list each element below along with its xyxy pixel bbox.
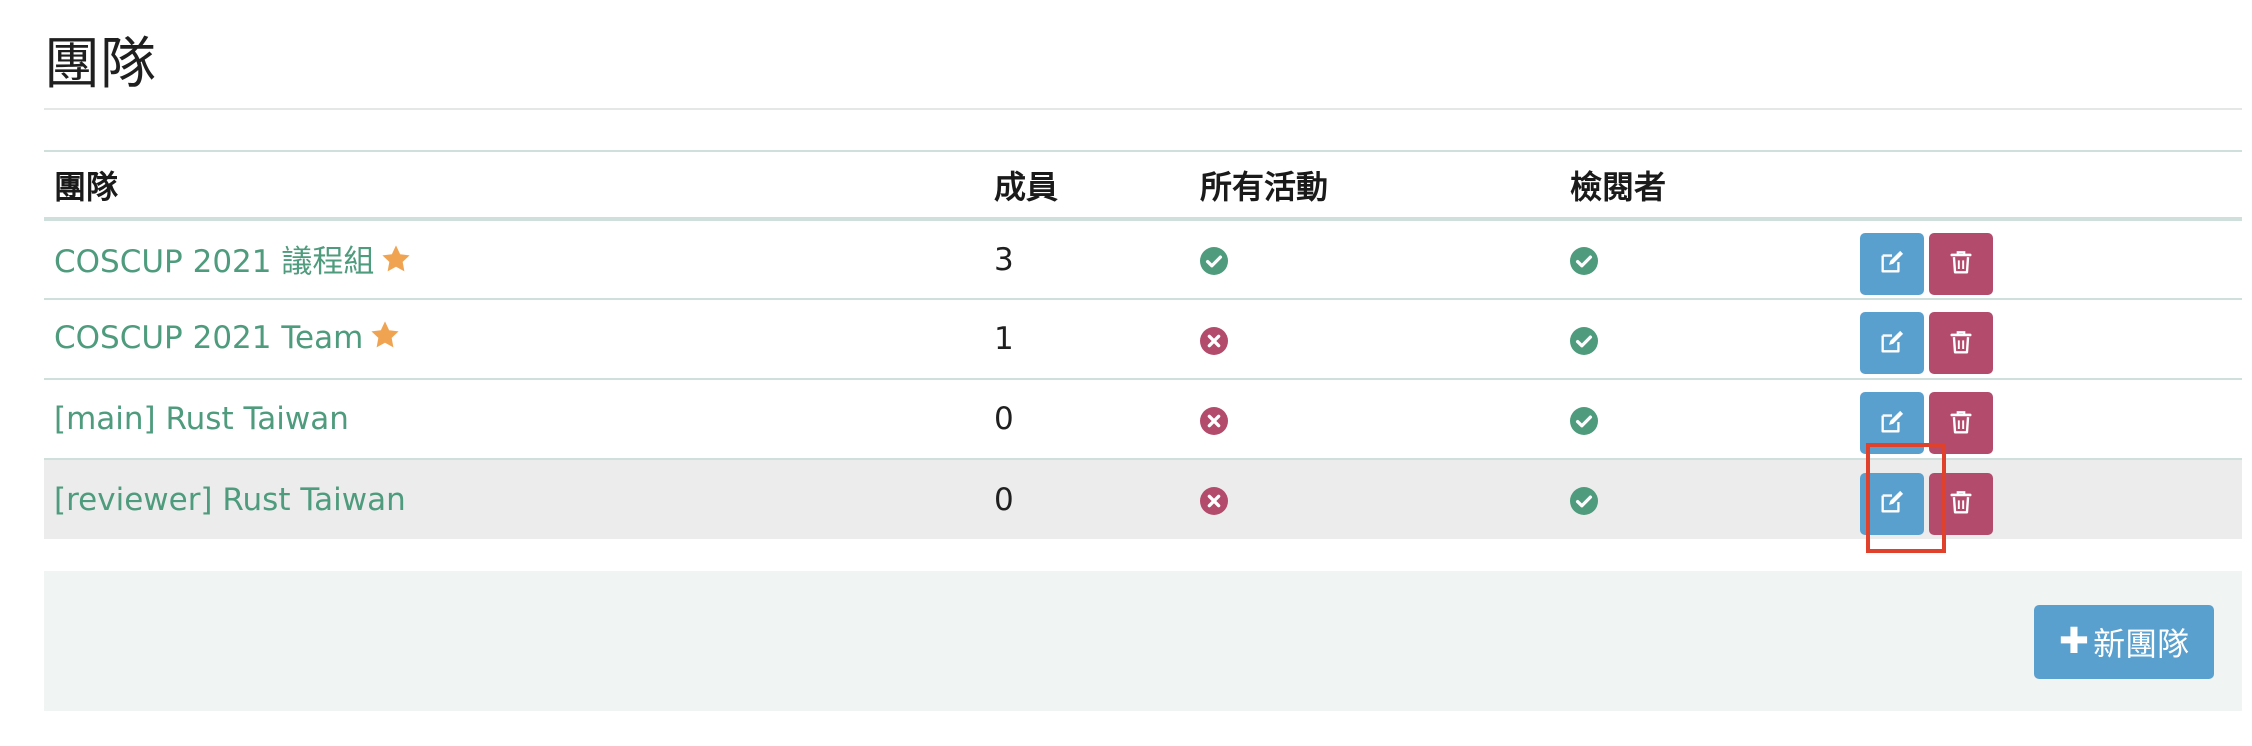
member-count-cell: 0	[984, 459, 1190, 539]
actions-cell	[1850, 459, 2242, 539]
reviewer-cell	[1560, 459, 1850, 539]
member-count: 0	[994, 481, 1014, 518]
column-header-reviewer: 檢閱者	[1570, 167, 1667, 206]
x-circle-icon	[1200, 326, 1228, 355]
actions-cell	[1850, 299, 2242, 379]
table-header-row: 團隊 成員 所有活動 檢閱者	[44, 151, 2242, 219]
team-name-cell: [reviewer] Rust Taiwan	[44, 459, 984, 539]
reviewer-cell	[1560, 299, 1850, 379]
team-name-cell: COSCUP 2021 Team	[44, 299, 984, 379]
star-icon	[369, 319, 401, 359]
member-count-cell: 0	[984, 379, 1190, 459]
team-link[interactable]: COSCUP 2021 Team	[54, 320, 363, 356]
check-circle-icon	[1570, 406, 1598, 435]
column-header-team: 團隊	[54, 167, 119, 206]
team-name-cell: COSCUP 2021 議程組	[44, 219, 984, 299]
team-link[interactable]: [main] Rust Taiwan	[54, 401, 349, 437]
edit-icon	[1878, 248, 1906, 279]
check-circle-icon	[1570, 487, 1598, 515]
title-divider	[44, 108, 2242, 110]
check-circle-icon	[1570, 326, 1598, 355]
team-name-cell: [main] Rust Taiwan	[44, 379, 984, 459]
member-count-cell: 3	[984, 219, 1190, 299]
delete-team-button[interactable]	[1929, 312, 1993, 374]
all-events-cell	[1190, 379, 1560, 459]
edit-icon	[1878, 488, 1906, 519]
edit-team-button[interactable]	[1860, 312, 1924, 374]
page-title: 團隊	[44, 32, 156, 97]
member-count: 0	[994, 401, 1014, 437]
trash-icon	[1948, 249, 1974, 278]
trash-icon	[1948, 489, 1974, 518]
x-circle-icon	[1200, 487, 1228, 515]
edit-team-button[interactable]	[1860, 472, 1924, 535]
edit-team-button[interactable]	[1860, 232, 1924, 295]
member-count: 1	[994, 321, 1014, 357]
teams-table: 團隊 成員 所有活動 檢閱者 COSCUP 2021 議程組 3 COSCUP …	[44, 150, 2242, 539]
teams-page: 團隊 團隊 成員 所有活動 檢閱者 COSCUP 2021 議程組 3 COSC…	[0, 0, 2252, 746]
column-header-members: 成員	[994, 167, 1059, 206]
new-team-label: 新團隊	[2093, 625, 2190, 663]
edit-icon	[1878, 408, 1906, 439]
reviewer-cell	[1560, 379, 1850, 459]
trash-icon	[1948, 329, 1974, 358]
member-count-cell: 1	[984, 299, 1190, 379]
team-link[interactable]: [reviewer] Rust Taiwan	[54, 482, 406, 518]
reviewer-cell	[1560, 219, 1850, 299]
delete-team-button[interactable]	[1929, 392, 1993, 454]
member-count: 3	[994, 241, 1014, 278]
new-team-button[interactable]: ✚ 新團隊	[2034, 605, 2214, 679]
team-link[interactable]: COSCUP 2021 議程組	[54, 244, 374, 280]
actions-cell	[1850, 219, 2242, 299]
trash-icon	[1948, 409, 1974, 438]
all-events-cell	[1190, 459, 1560, 539]
table-row: [main] Rust Taiwan 0	[44, 379, 2242, 459]
edit-team-button[interactable]	[1860, 392, 1924, 454]
star-icon	[380, 243, 412, 283]
plus-icon: ✚	[2058, 621, 2090, 662]
column-header-all-events: 所有活動	[1200, 167, 1329, 206]
table-row: COSCUP 2021 議程組 3	[44, 219, 2242, 299]
table-footer-panel	[44, 571, 2242, 711]
check-circle-icon	[1570, 247, 1598, 275]
delete-team-button[interactable]	[1929, 472, 1993, 535]
table-row: [reviewer] Rust Taiwan 0	[44, 459, 2242, 539]
delete-team-button[interactable]	[1929, 232, 1993, 295]
x-circle-icon	[1200, 406, 1228, 435]
table-row: COSCUP 2021 Team 1	[44, 299, 2242, 379]
all-events-cell	[1190, 219, 1560, 299]
edit-icon	[1878, 328, 1906, 359]
actions-cell	[1850, 379, 2242, 459]
check-circle-icon	[1200, 247, 1228, 275]
all-events-cell	[1190, 299, 1560, 379]
column-header-actions	[1850, 151, 2242, 219]
